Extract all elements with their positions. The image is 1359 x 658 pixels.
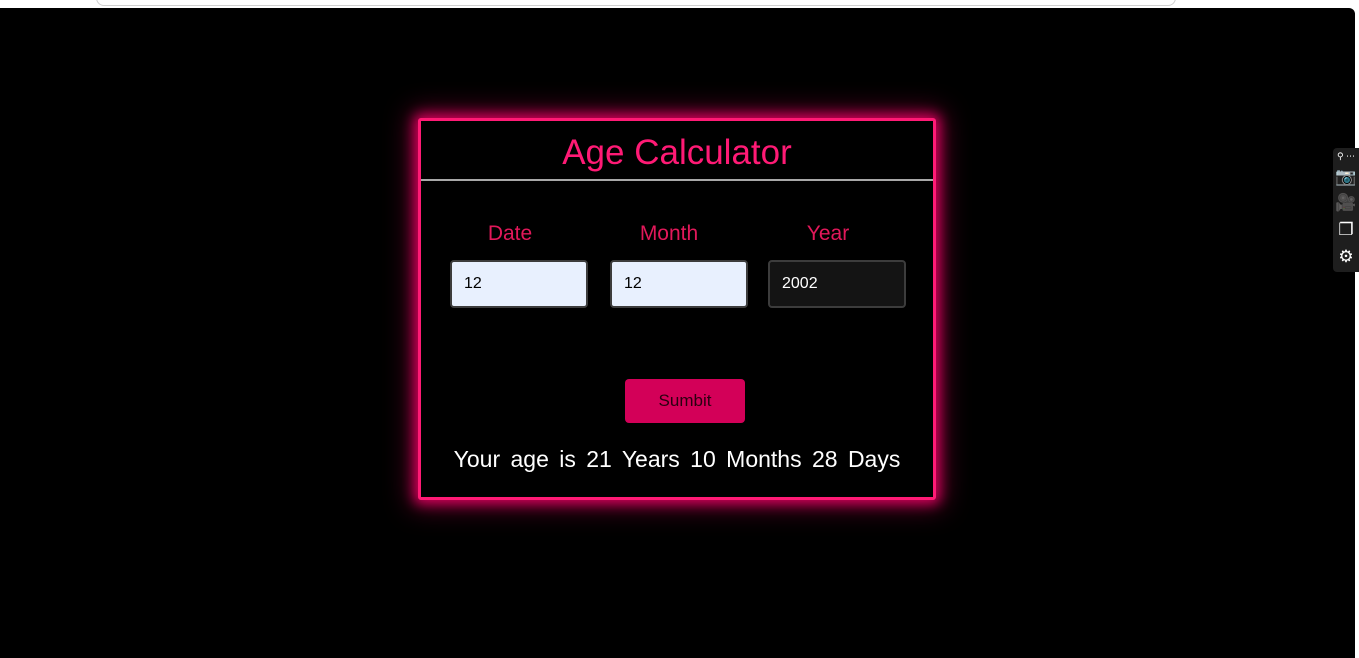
link-more-icon[interactable]: ⚲ ⋯ (1333, 150, 1359, 162)
windows-icon[interactable]: ❐ (1333, 218, 1359, 242)
gear-icon[interactable]: ⚙ (1333, 245, 1359, 269)
page-viewport: Age Calculator Date Month Year Sumbit Yo… (0, 8, 1355, 658)
camera-icon[interactable]: 📷 (1333, 165, 1359, 189)
month-input[interactable] (610, 260, 748, 308)
date-label: Date (487, 222, 533, 245)
title-divider (421, 179, 933, 181)
extension-toolbar: ⚲ ⋯ 📷 🎥 ❐ ⚙ (1333, 148, 1359, 272)
window-right-edge (1355, 8, 1359, 658)
year-label: Year (806, 222, 850, 245)
page-title: Age Calculator (562, 133, 792, 172)
submit-button[interactable]: Sumbit (625, 379, 745, 423)
browser-top-bar (0, 0, 1359, 8)
video-camera-icon[interactable]: 🎥 (1333, 191, 1359, 215)
year-input[interactable] (768, 260, 906, 308)
age-result-text: Your age is 21 Years 10 Months 28 Days (453, 446, 901, 472)
date-input[interactable] (450, 260, 588, 308)
age-calculator-card: Age Calculator Date Month Year Sumbit Yo… (418, 118, 936, 500)
month-label: Month (639, 222, 699, 245)
address-bar-edge[interactable] (96, 0, 1176, 6)
